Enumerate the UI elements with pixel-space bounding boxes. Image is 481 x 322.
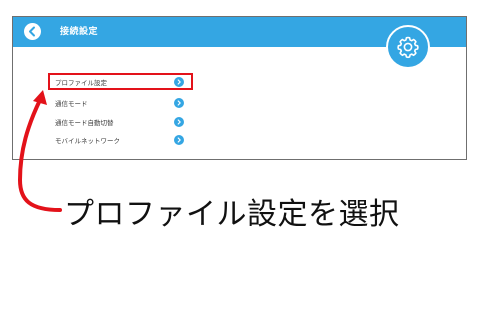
callout-arrow-icon [17, 90, 62, 212]
instruction-text: プロファイル設定を選択 [64, 197, 400, 232]
